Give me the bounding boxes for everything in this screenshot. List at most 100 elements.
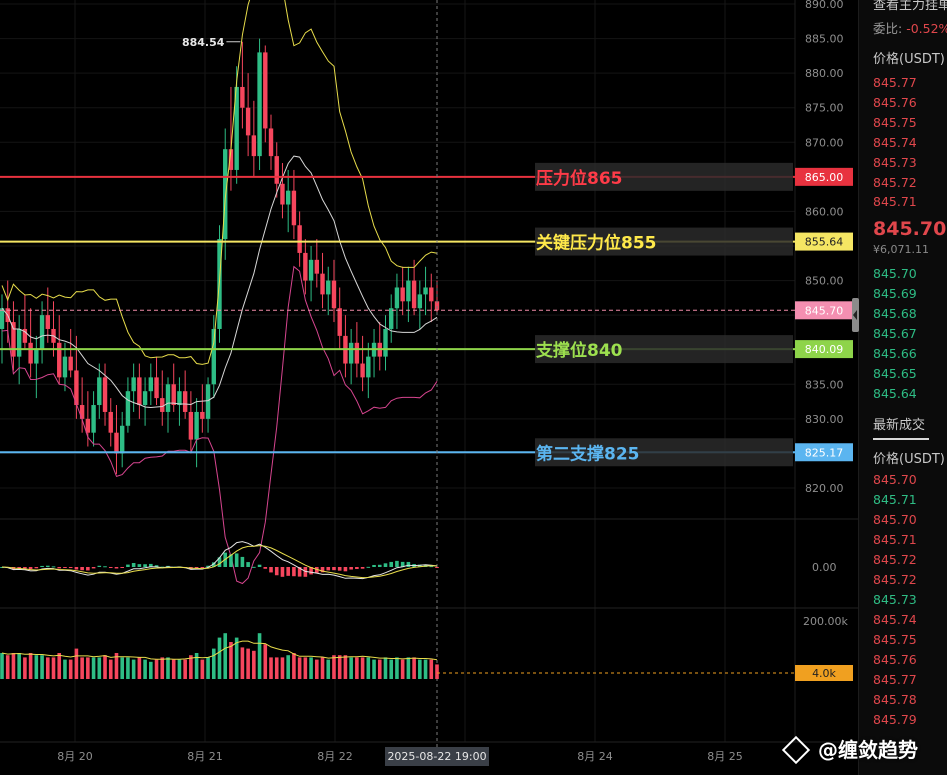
trade-row: 845.78 <box>873 692 917 707</box>
bid-row[interactable]: 845.65 <box>873 366 917 381</box>
trade-row: 845.77 <box>873 672 917 687</box>
watermark-icon <box>781 735 811 764</box>
volume-bar <box>45 657 50 679</box>
time-tick-label: 8月 21 <box>187 750 223 763</box>
ask-row[interactable]: 845.73 <box>873 155 917 170</box>
volume-bar <box>154 659 159 679</box>
volume-bar <box>120 657 124 679</box>
price-tick-label: 870.00 <box>805 136 844 149</box>
bid-row[interactable]: 845.69 <box>873 286 917 301</box>
macd-histogram-bar <box>292 567 296 577</box>
ask-row[interactable]: 845.74 <box>873 135 917 150</box>
ask-row[interactable]: 845.72 <box>873 175 917 190</box>
candle-body <box>354 342 360 364</box>
volume-bar <box>126 657 130 679</box>
time-tick-label: 8月 25 <box>707 750 743 763</box>
volume-bar <box>292 653 296 679</box>
trade-row: 845.70 <box>873 512 917 527</box>
volume-bar <box>355 657 359 679</box>
chart-area[interactable]: 890.00 885.00 880.00 875.00 870.00 865.00 860.… <box>0 0 947 775</box>
volume-bar <box>51 657 56 679</box>
bid-row[interactable]: 845.66 <box>873 346 917 361</box>
volume-bar <box>5 655 10 679</box>
volume-bar <box>74 648 79 679</box>
trade-row: 845.73 <box>873 592 917 607</box>
level-label: 支撑位840 <box>536 340 623 361</box>
volume-bar <box>28 653 33 679</box>
volume-bar <box>171 659 176 679</box>
macd-histogram-bar <box>337 567 342 571</box>
candle-body <box>308 259 314 281</box>
panel-header: 查看主力挂单 <box>873 0 947 13</box>
volume-bar <box>246 648 250 679</box>
volume-bar <box>200 659 205 679</box>
macd-histogram-bar <box>360 567 365 569</box>
candle-body <box>125 391 131 426</box>
candle-body <box>200 411 205 419</box>
macd-histogram-bar <box>280 567 285 577</box>
time-tick-label: 8月 24 <box>577 750 613 763</box>
candle-body <box>114 432 119 454</box>
last-price-fiat: ¥6,071.11 <box>873 243 929 256</box>
candle-body <box>326 280 331 295</box>
ask-row[interactable]: 845.77 <box>873 75 917 90</box>
ask-row[interactable]: 845.76 <box>873 95 917 110</box>
last-price-tag-text: 845.70 <box>805 304 844 317</box>
volume-bar <box>252 650 256 679</box>
macd-histogram-bar <box>435 567 439 568</box>
volume-bar <box>383 657 388 679</box>
trade-row: 845.74 <box>873 612 917 627</box>
candle-body <box>366 356 371 378</box>
volume-bar <box>429 659 434 679</box>
volume-bar <box>435 664 439 679</box>
candle-body <box>400 287 405 302</box>
volume-bar <box>160 657 165 679</box>
candle-body <box>148 377 154 392</box>
bid-row[interactable]: 845.67 <box>873 326 917 341</box>
macd-histogram-bar <box>200 567 205 568</box>
macd-histogram-bar <box>252 566 256 568</box>
volume-bar <box>17 653 21 679</box>
volume-bar <box>257 633 262 679</box>
panel-collapse-handle[interactable] <box>852 298 859 332</box>
volume-bar <box>326 659 331 679</box>
volume-bar <box>389 659 394 679</box>
volume-bar <box>349 657 353 679</box>
crosshair-time-label: 2025-08-22 19:00 <box>387 750 486 763</box>
candle-body <box>142 391 148 406</box>
macd-histogram-bar <box>40 565 44 567</box>
volume-bar <box>280 657 285 679</box>
candle-body <box>91 405 96 433</box>
volume-bar <box>377 659 382 679</box>
candle-body <box>68 356 73 371</box>
trade-row: 845.71 <box>873 532 917 547</box>
candle-body <box>348 342 354 364</box>
volume-bar <box>80 657 84 679</box>
volume-bar <box>11 653 16 679</box>
candle-body <box>188 411 194 440</box>
macd-histogram-bar <box>120 567 124 568</box>
candle-body <box>165 384 171 412</box>
bid-row[interactable]: 845.68 <box>873 306 917 321</box>
volume-bar <box>412 657 416 679</box>
last-price: 845.70 <box>873 218 947 240</box>
ask-row[interactable]: 845.75 <box>873 115 917 130</box>
candle-body <box>411 280 417 309</box>
ask-row[interactable]: 845.71 <box>873 194 917 209</box>
macd-histogram-bar <box>274 567 279 576</box>
volume-bar <box>303 657 308 679</box>
macd-histogram-bar <box>286 567 290 576</box>
volume-bar <box>108 659 113 679</box>
volume-bar <box>315 659 319 679</box>
level-price-tag-text: 855.64 <box>805 236 844 249</box>
bid-row[interactable]: 845.70 <box>873 266 917 281</box>
trade-row: 845.75 <box>873 632 917 647</box>
candle-body <box>28 342 33 364</box>
macd-histogram-bar <box>343 567 348 572</box>
volume-bar <box>149 661 153 679</box>
price-chart[interactable]: 890.00 885.00 880.00 875.00 870.00 865.00 860.… <box>0 0 858 775</box>
candle-body <box>85 418 91 433</box>
candle-body <box>280 183 285 205</box>
macd-histogram-bar <box>108 567 113 568</box>
bid-row[interactable]: 845.64 <box>873 386 917 401</box>
